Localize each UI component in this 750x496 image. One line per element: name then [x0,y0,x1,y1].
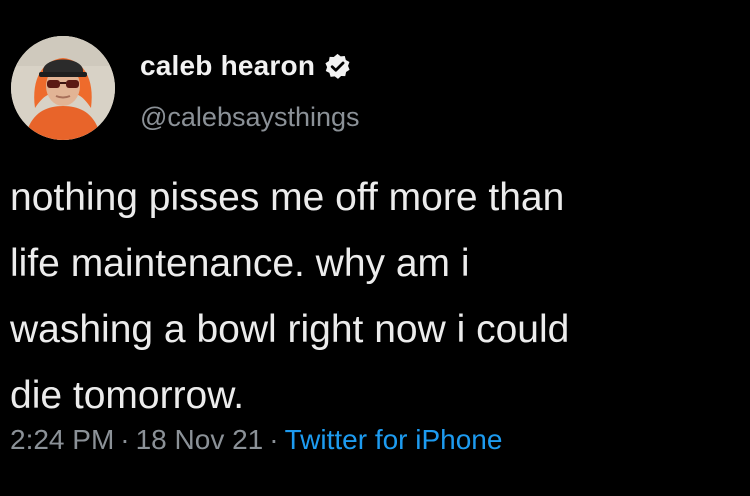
display-name[interactable]: caleb hearon [140,50,315,82]
verified-badge-icon [323,52,352,81]
author-handle[interactable]: @calebsaysthings [140,102,360,133]
meta-separator: · [269,424,279,455]
tweet-card: caleb hearon @calebsaysthings nothing pi… [0,0,750,496]
tweet-text-line: die tomorrow. [10,374,245,417]
tweet-time[interactable]: 2:24 PM [10,424,114,455]
meta-separator: · [120,424,130,455]
tweet-source-link[interactable]: Twitter for iPhone [285,424,503,455]
tweet-date[interactable]: 18 Nov 21 [136,424,264,455]
tweet-text: nothing pisses me off more than life mai… [10,165,745,429]
tweet-meta: 2:24 PM · 18 Nov 21 · Twitter for iPhone [10,424,502,456]
tweet-text-line: washing a bowl right now i could [10,308,570,351]
profile-photo-icon [11,36,115,140]
tweet-text-line: life maintenance. why am i [10,242,470,285]
avatar[interactable] [11,36,115,140]
tweet-text-line: nothing pisses me off more than [10,176,565,219]
author-name-row[interactable]: caleb hearon [140,50,352,82]
